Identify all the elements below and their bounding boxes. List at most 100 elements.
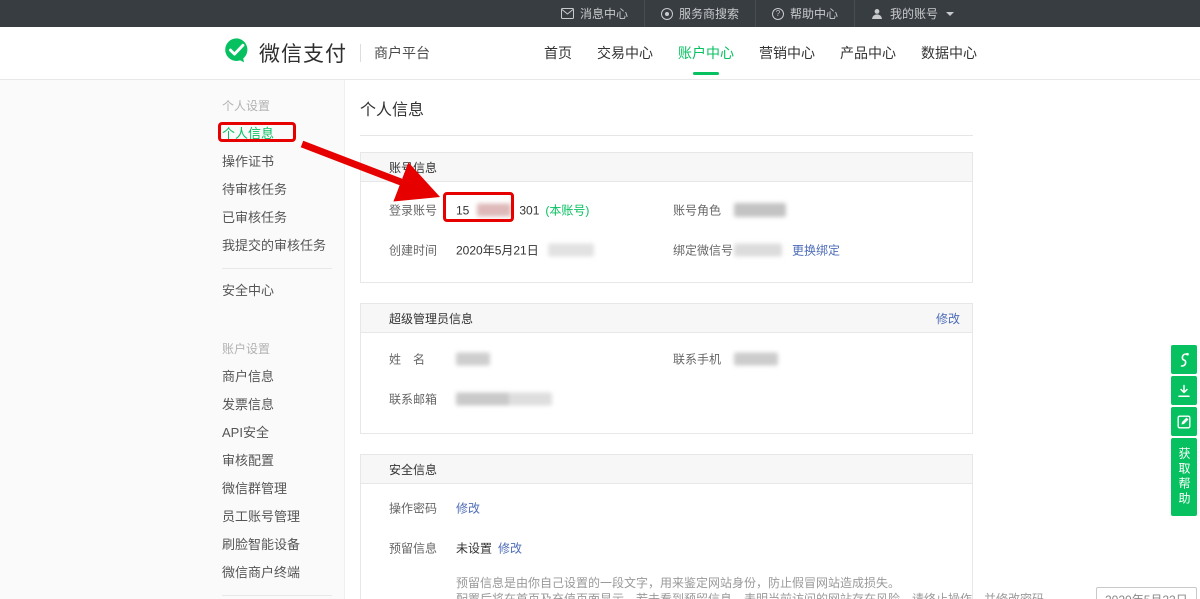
admin-phone-label: 联系手机 bbox=[673, 351, 721, 368]
date-badge: 2020年5月22日 bbox=[1096, 587, 1197, 599]
admin-name-value bbox=[456, 353, 490, 366]
login-account-redacted bbox=[477, 204, 511, 217]
brand-subtitle: 商户平台 bbox=[374, 43, 430, 63]
sidebar-item-staff-account-management[interactable]: 员工账号管理 bbox=[222, 503, 344, 531]
admin-phone-redacted bbox=[734, 353, 778, 366]
sidebar-item-api-security[interactable]: API安全 bbox=[222, 419, 344, 447]
account-info-title: 账号信息 bbox=[389, 159, 437, 176]
reserved-info-description-line: 配置后将在首页及充值页面显示。若未看到预留信息，表明当前访问的网站存在风险，请终… bbox=[456, 592, 972, 599]
bound-wechat-redacted bbox=[734, 244, 782, 257]
login-account-label: 登录账号 bbox=[389, 202, 437, 219]
reserved-info-value: 未设置 修改 bbox=[456, 540, 522, 557]
change-binding-link[interactable]: 更换绑定 bbox=[792, 242, 840, 259]
feedback-edit-icon bbox=[1177, 415, 1191, 429]
help-icon: ? bbox=[772, 8, 784, 20]
account-info-header: 账号信息 bbox=[361, 153, 972, 182]
sidebar-item-personal-info[interactable]: 个人信息 bbox=[222, 120, 344, 148]
primary-nav: 首页 交易中心 账户中心 营销中心 产品中心 数据中心 bbox=[544, 27, 977, 80]
account-role-value bbox=[734, 203, 786, 217]
my-account-label: 我的账号 bbox=[890, 5, 938, 22]
admin-name-redacted bbox=[456, 353, 490, 366]
user-icon bbox=[871, 7, 884, 20]
search-icon bbox=[661, 8, 673, 20]
admin-phone-value bbox=[734, 353, 778, 366]
super-admin-body: 姓 名 联系手机 联系邮箱 bbox=[361, 333, 972, 433]
sidebar-item-security-center[interactable]: 安全中心 bbox=[222, 277, 344, 305]
sidebar-group-personal-settings: 个人设置 bbox=[222, 92, 344, 120]
sidebar-item-operation-certificate[interactable]: 操作证书 bbox=[222, 148, 344, 176]
sidebar-item-reviewed-tasks[interactable]: 已审核任务 bbox=[222, 204, 344, 232]
admin-email-redacted bbox=[456, 393, 552, 406]
created-time-label: 创建时间 bbox=[389, 242, 437, 259]
reserved-info-description-line: 预留信息是由你自己设置的一段文字，用来鉴定网站身份，防止假冒网站造成损失。 bbox=[456, 576, 972, 592]
bound-wechat-value: 更换绑定 bbox=[734, 242, 840, 259]
super-admin-title: 超级管理员信息 bbox=[389, 310, 473, 327]
super-admin-edit-link[interactable]: 修改 bbox=[936, 310, 960, 327]
nav-account-center[interactable]: 账户中心 bbox=[678, 27, 734, 80]
account-role-redacted bbox=[734, 203, 786, 217]
security-info-section: 安全信息 操作密码 修改 预留信息 未设置 修改 预留信息是由你自己设置的一段文… bbox=[360, 454, 973, 599]
account-info-section: 账号信息 登录账号 15301 (本账号) 账号角色 创建时间 2020年5月2… bbox=[360, 152, 973, 283]
sidebar-group-account-settings: 账户设置 bbox=[222, 335, 344, 363]
bound-wechat-label: 绑定微信号 bbox=[673, 242, 733, 259]
service-provider-search-menu[interactable]: 服务商搜索 bbox=[644, 0, 755, 27]
login-account-suffix: 301 bbox=[519, 203, 539, 217]
created-time-value: 2020年5月21日 bbox=[456, 242, 594, 259]
help-center-label: 帮助中心 bbox=[790, 5, 838, 22]
get-help-button[interactable]: 获取帮助 bbox=[1171, 438, 1197, 516]
download-icon bbox=[1177, 384, 1191, 398]
brand-divider bbox=[360, 44, 361, 62]
nav-product-center[interactable]: 产品中心 bbox=[840, 27, 896, 80]
super-admin-header: 超级管理员信息 修改 bbox=[361, 304, 972, 333]
hotline-icon bbox=[1177, 352, 1191, 368]
reserved-info-description: 预留信息是由你自己设置的一段文字，用来鉴定网站身份，防止假冒网站造成损失。 配置… bbox=[456, 576, 972, 599]
sidebar-divider bbox=[222, 595, 332, 596]
chevron-down-icon bbox=[946, 12, 954, 16]
operation-password-edit-link[interactable]: 修改 bbox=[456, 500, 480, 517]
sidebar-divider bbox=[222, 268, 332, 269]
sidebar-item-my-submitted-review-tasks[interactable]: 我提交的审核任务 bbox=[222, 232, 344, 260]
sidebar-item-face-smart-device[interactable]: 刷脸智能设备 bbox=[222, 531, 344, 559]
my-account-menu[interactable]: 我的账号 bbox=[854, 0, 970, 27]
hotline-button[interactable] bbox=[1171, 345, 1197, 374]
reserved-info-edit-link[interactable]: 修改 bbox=[498, 540, 522, 557]
sidebar: 个人设置 个人信息 操作证书 待审核任务 已审核任务 我提交的审核任务 安全中心… bbox=[0, 80, 345, 599]
sidebar-item-pending-review-tasks[interactable]: 待审核任务 bbox=[222, 176, 344, 204]
service-provider-search-label: 服务商搜索 bbox=[679, 5, 739, 22]
account-role-label: 账号角色 bbox=[673, 202, 721, 219]
reserved-info-status: 未设置 bbox=[456, 540, 492, 557]
nav-home[interactable]: 首页 bbox=[544, 27, 572, 80]
brand: 微信支付 商户平台 bbox=[222, 36, 430, 70]
admin-email-label: 联系邮箱 bbox=[389, 391, 437, 408]
nav-transaction-center[interactable]: 交易中心 bbox=[597, 27, 653, 80]
message-center-label: 消息中心 bbox=[580, 5, 628, 22]
created-time-redacted bbox=[548, 244, 594, 257]
account-info-body: 登录账号 15301 (本账号) 账号角色 创建时间 2020年5月21日 绑定… bbox=[361, 182, 972, 282]
nav-data-center[interactable]: 数据中心 bbox=[921, 27, 977, 80]
top-utility-bar: 消息中心 服务商搜索 ? 帮助中心 我的账号 bbox=[0, 0, 1200, 27]
sidebar-item-wechat-group-management[interactable]: 微信群管理 bbox=[222, 475, 344, 503]
current-account-tag: (本账号) bbox=[545, 202, 589, 219]
message-icon bbox=[561, 7, 574, 20]
page: 消息中心 服务商搜索 ? 帮助中心 我的账号 微信支付 bbox=[0, 0, 1200, 599]
sidebar-item-wechat-merchant-terminal[interactable]: 微信商户终端 bbox=[222, 559, 344, 587]
nav-marketing-center[interactable]: 营销中心 bbox=[759, 27, 815, 80]
page-title: 个人信息 bbox=[360, 96, 973, 136]
security-info-body: 操作密码 修改 预留信息 未设置 修改 预留信息是由你自己设置的一段文字，用来鉴… bbox=[361, 484, 972, 599]
sidebar-item-review-config[interactable]: 审核配置 bbox=[222, 447, 344, 475]
download-button[interactable] bbox=[1171, 376, 1197, 405]
help-center-menu[interactable]: ? 帮助中心 bbox=[755, 0, 854, 27]
sidebar-item-merchant-info[interactable]: 商户信息 bbox=[222, 363, 344, 391]
message-center-menu[interactable]: 消息中心 bbox=[545, 0, 644, 27]
feedback-button[interactable] bbox=[1171, 407, 1197, 436]
brand-name: 微信支付 bbox=[259, 38, 347, 68]
main-content: 个人信息 账号信息 登录账号 15301 (本账号) 账号角色 创建时间 bbox=[360, 80, 973, 599]
admin-email-value bbox=[456, 393, 552, 406]
floating-toolbar: 获取帮助 bbox=[1171, 345, 1197, 516]
login-account-value: 15301 (本账号) bbox=[456, 202, 589, 219]
sidebar-item-invoice-info[interactable]: 发票信息 bbox=[222, 391, 344, 419]
wechat-pay-logo-icon bbox=[222, 36, 251, 70]
security-info-header: 安全信息 bbox=[361, 455, 972, 484]
operation-password-label: 操作密码 bbox=[389, 500, 437, 517]
admin-name-label: 姓 名 bbox=[389, 351, 425, 368]
